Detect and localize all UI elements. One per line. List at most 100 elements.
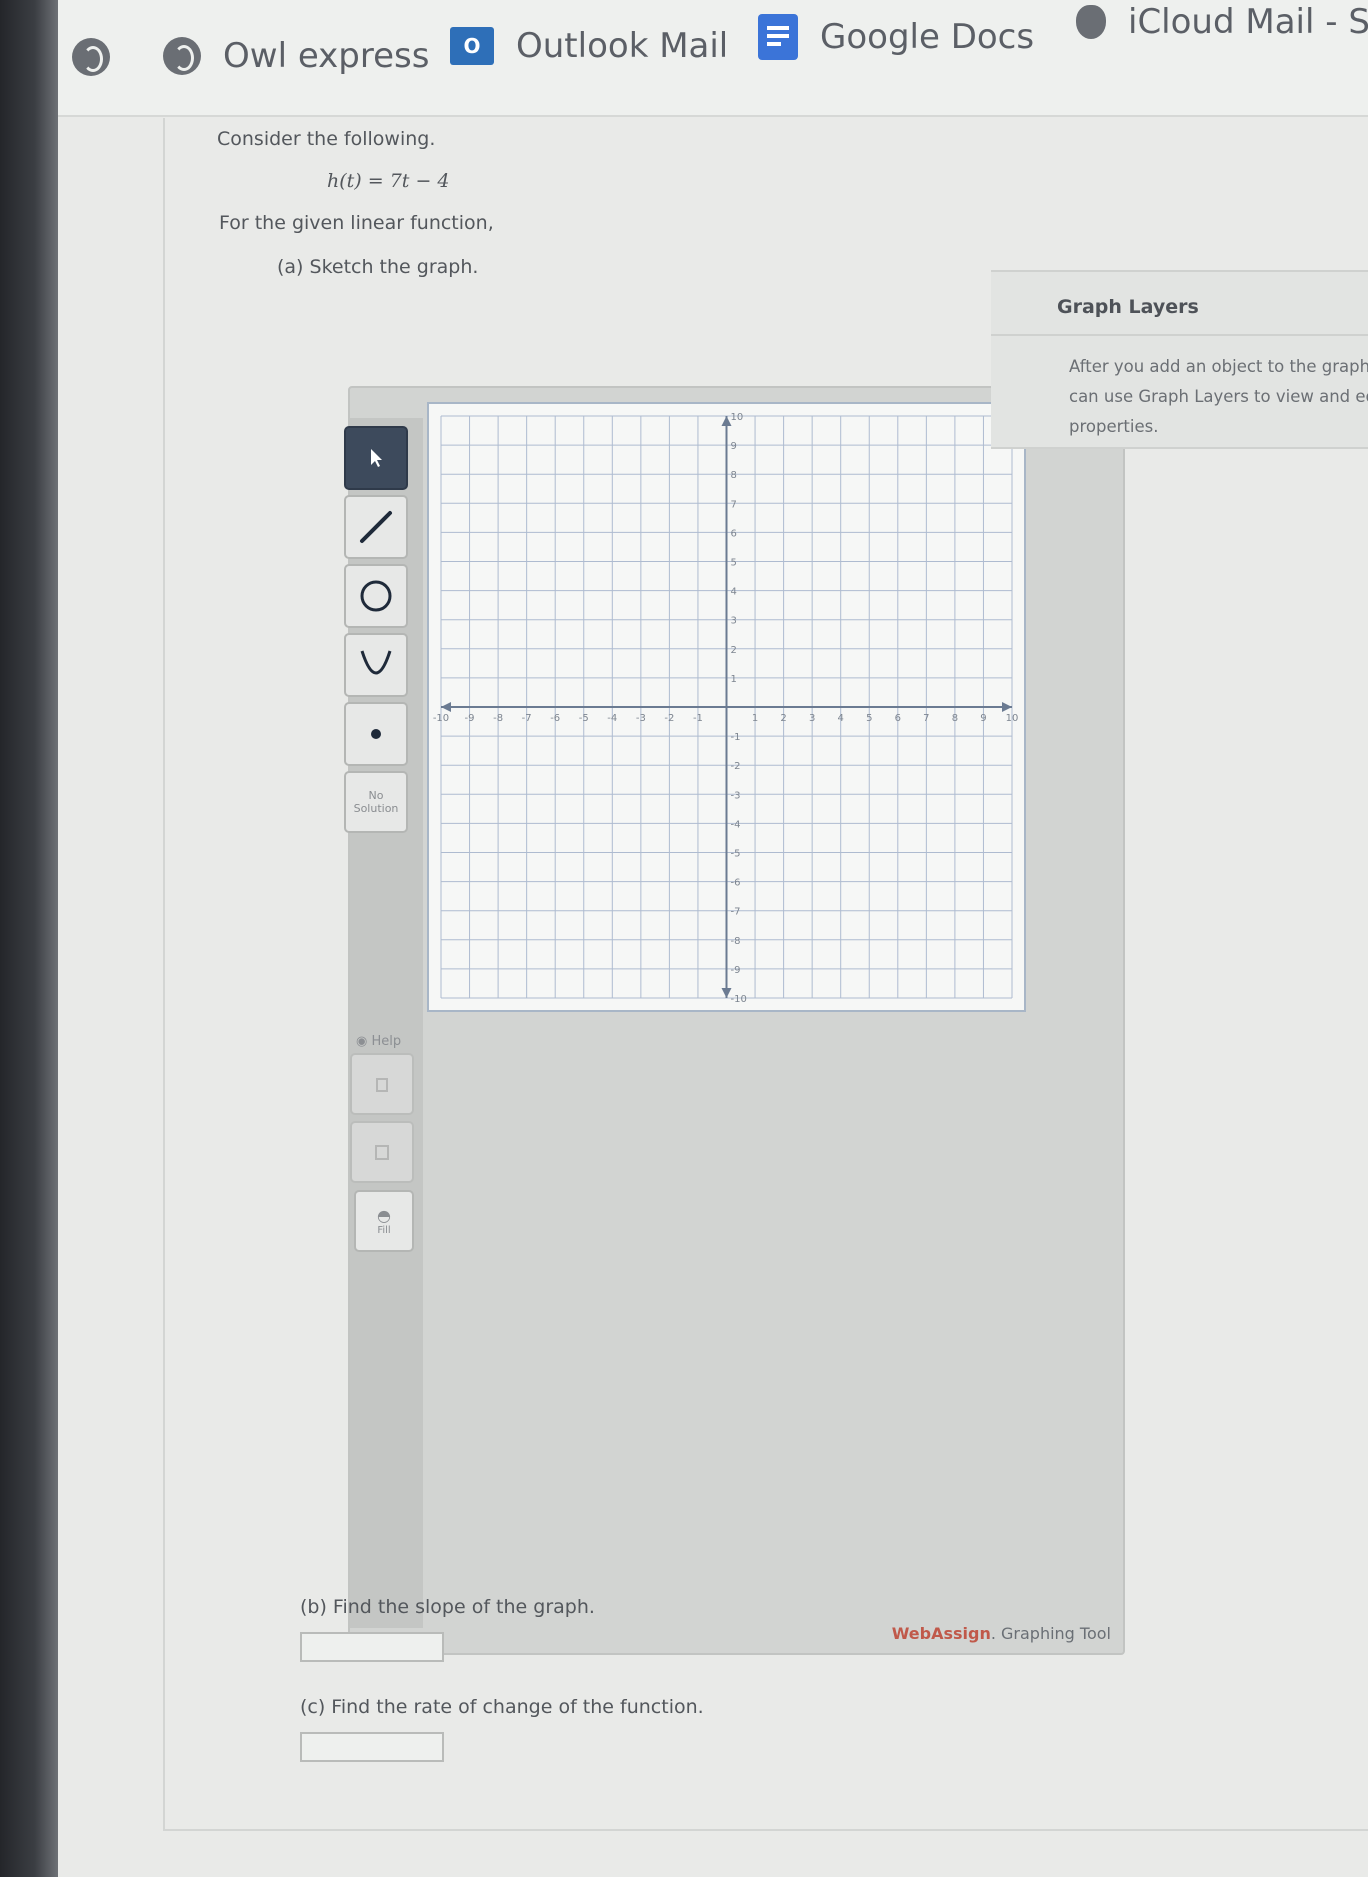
part-a-label: (a) Sketch the graph. xyxy=(277,256,479,278)
x-tick-label: 2 xyxy=(780,713,786,724)
x-tick-label: 10 xyxy=(1006,713,1019,724)
y-tick-label: 7 xyxy=(731,499,737,510)
bookmark-label: Owl express xyxy=(223,36,430,76)
x-tick-label: 5 xyxy=(866,713,872,724)
no-solution-label: No Solution xyxy=(353,789,399,815)
part-c-label: (c) Find the rate of change of the funct… xyxy=(300,1696,704,1718)
y-tick-label: 4 xyxy=(731,587,737,598)
y-tick-label: -3 xyxy=(731,790,741,801)
parabola-tool-button[interactable] xyxy=(344,633,408,697)
x-tick-label: -6 xyxy=(550,713,560,724)
y-tick-label: -5 xyxy=(731,849,741,860)
rate-answer-input[interactable] xyxy=(300,1732,444,1762)
bookmark-blank[interactable] xyxy=(72,38,110,76)
point-icon xyxy=(371,729,381,739)
x-tick-label: -7 xyxy=(522,713,532,724)
globe-icon xyxy=(72,38,110,76)
y-tick-label: -2 xyxy=(731,761,741,772)
x-tick-label: -5 xyxy=(579,713,589,724)
graph-layers-message: After you add an object to the graph you… xyxy=(1069,357,1368,436)
fill-icon: ◓ xyxy=(377,1206,391,1225)
line-tool-button[interactable] xyxy=(344,495,408,559)
graph-layers-panel: Graph Layers « After you add an object t… xyxy=(991,270,1368,449)
point-tool-button[interactable] xyxy=(344,702,408,766)
circle-icon xyxy=(360,580,392,612)
graph-toolbar: No Solution ◉ Help ◓ Fill xyxy=(344,418,423,1628)
y-tick-label: 9 xyxy=(731,441,737,452)
monitor-bezel xyxy=(0,0,58,1877)
x-tick-label: 8 xyxy=(952,713,958,724)
x-tick-label: 3 xyxy=(809,713,815,724)
pointer-icon xyxy=(371,449,382,467)
x-tick-label: -4 xyxy=(607,713,617,724)
no-solution-button[interactable]: No Solution xyxy=(344,771,408,833)
y-tick-label: 8 xyxy=(731,470,737,481)
brand-name: WebAssign xyxy=(891,1624,991,1643)
fill-button[interactable]: ◓ Fill xyxy=(354,1190,414,1252)
x-tick-label: 1 xyxy=(752,713,758,724)
graph-canvas[interactable]: -10 -9 -8 -7 -6 -5 -4 -3 -2 -1 1 2 3 4 5 6 7 8 9 10 -10 -9 -8 -… xyxy=(427,402,1026,1012)
y-tick-label: 10 xyxy=(731,412,744,423)
apple-icon xyxy=(1076,5,1106,39)
line-icon xyxy=(360,511,392,543)
bookmark-icloud-mail[interactable]: iCloud Mail - Se xyxy=(1076,2,1368,42)
delete-icon xyxy=(376,1078,388,1092)
brand-suffix: . Graphing Tool xyxy=(990,1624,1111,1643)
bookmark-label: Google Docs xyxy=(820,17,1035,57)
y-tick-label: -8 xyxy=(731,936,741,947)
divider xyxy=(991,334,1368,336)
bookmark-label: Outlook Mail xyxy=(516,26,729,66)
screen: Owl express O Outlook Mail Google Docs i… xyxy=(58,0,1368,1877)
intro-text: Consider the following. xyxy=(217,128,436,150)
x-tick-label: -9 xyxy=(465,713,475,724)
bookmark-google-docs[interactable]: Google Docs xyxy=(758,14,1034,60)
y-tick-label: -4 xyxy=(731,819,741,830)
x-axis-arrow-left xyxy=(441,702,451,712)
y-tick-label: -10 xyxy=(731,994,747,1005)
function-expression: h(t) = 7t − 4 xyxy=(327,170,450,192)
help-icon: ◉ xyxy=(356,1034,368,1049)
y-tick-label: 2 xyxy=(731,645,737,656)
circle-tool-button[interactable] xyxy=(344,564,408,628)
parabola-icon xyxy=(360,650,392,675)
bookmark-owl-express[interactable]: Owl express xyxy=(163,36,429,76)
y-tick-label: 5 xyxy=(731,558,737,569)
y-tick-label: 6 xyxy=(731,528,737,539)
bookmarks-bar: Owl express O Outlook Mail Google Docs i… xyxy=(58,0,1368,117)
webassign-brand: WebAssign. Graphing Tool xyxy=(892,1624,1111,1643)
help-label: Help xyxy=(371,1034,402,1049)
x-tick-label: -10 xyxy=(433,713,449,724)
x-tick-label: -1 xyxy=(693,713,703,724)
google-docs-icon xyxy=(758,14,798,60)
graph-layers-title: Graph Layers xyxy=(1057,296,1199,318)
slope-answer-input[interactable] xyxy=(300,1632,444,1662)
x-tick-label: 4 xyxy=(838,713,844,724)
fill-label: Fill xyxy=(377,1225,391,1236)
x-tick-label: -2 xyxy=(664,713,674,724)
y-tick-label: -7 xyxy=(731,907,741,918)
bookmark-label: iCloud Mail - Se xyxy=(1128,2,1368,42)
help-link[interactable]: ◉ Help xyxy=(356,1034,401,1049)
y-tick-label: -9 xyxy=(731,965,741,976)
x-tick-label: 6 xyxy=(895,713,901,724)
x-tick-label: -8 xyxy=(493,713,503,724)
x-axis-arrow-right xyxy=(1002,702,1012,712)
x-tick-label: 7 xyxy=(923,713,929,724)
outlook-icon: O xyxy=(450,27,494,65)
y-tick-label: -6 xyxy=(731,878,741,889)
clear-button[interactable] xyxy=(350,1121,414,1183)
y-tick-label: -1 xyxy=(731,732,741,743)
coordinate-plane[interactable]: -10 -9 -8 -7 -6 -5 -4 -3 -2 -1 1 2 3 4 5 6 7 8 9 10 -10 -9 -8 -… xyxy=(429,404,1024,1010)
pointer-tool-button[interactable] xyxy=(344,426,408,490)
bookmark-outlook-mail[interactable]: O Outlook Mail xyxy=(450,26,728,66)
x-tick-label: -3 xyxy=(636,713,646,724)
x-tick-label: 9 xyxy=(980,713,986,724)
graphing-tool: No Solution ◉ Help ◓ Fill -10 -9 -8-7 -6… xyxy=(344,386,1125,1655)
instruction-text: For the given linear function, xyxy=(219,212,494,234)
globe-icon xyxy=(163,37,201,75)
part-b-label: (b) Find the slope of the graph. xyxy=(300,1596,595,1618)
trash-icon xyxy=(375,1145,389,1160)
y-tick-label: 1 xyxy=(731,674,737,685)
delete-button[interactable] xyxy=(350,1053,414,1115)
y-tick-label: 3 xyxy=(731,616,737,627)
